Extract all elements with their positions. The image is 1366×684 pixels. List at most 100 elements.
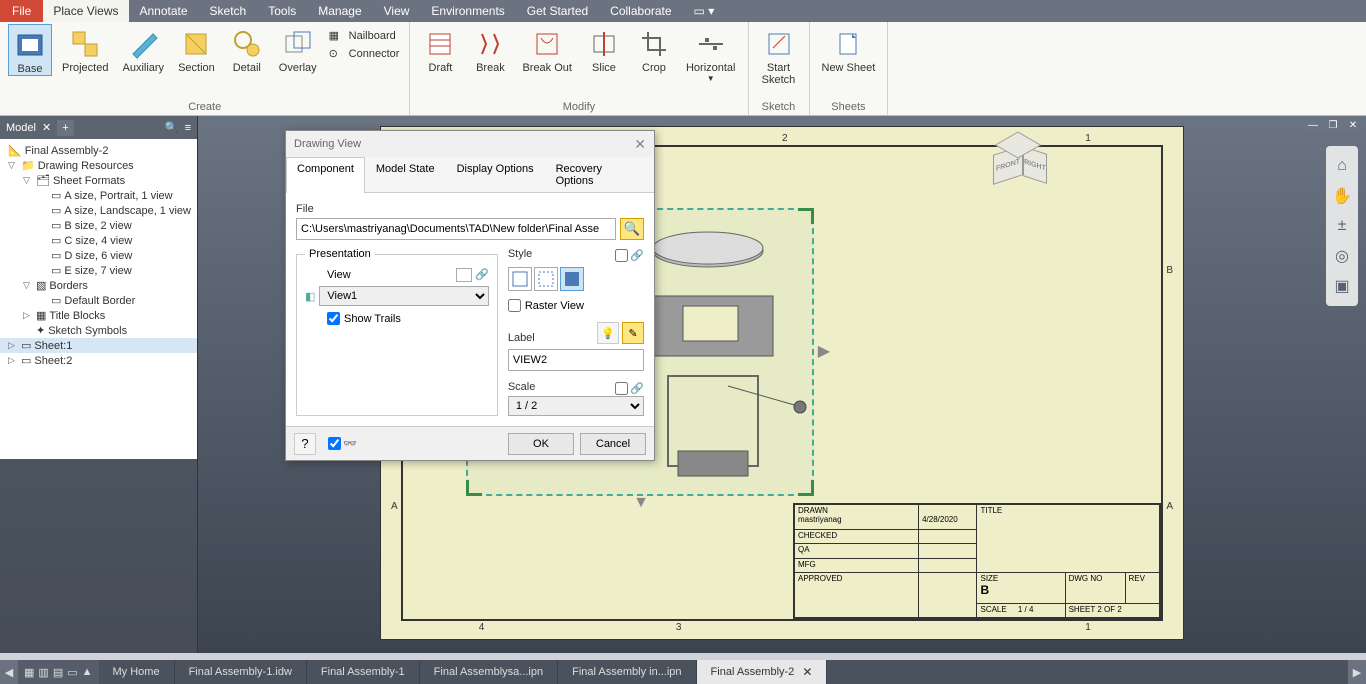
tree-sketch-symbols[interactable]: ✦Sketch Symbols <box>0 323 197 338</box>
layout-icon-1[interactable]: ▦ <box>24 666 34 679</box>
base-button[interactable]: Base <box>8 24 52 76</box>
help-button[interactable]: ? <box>294 433 316 455</box>
scale-link-icon[interactable]: 🔗 <box>630 382 644 395</box>
file-menu[interactable]: File <box>0 0 43 22</box>
tab-annotate[interactable]: Annotate <box>129 4 199 18</box>
preview-checkbox[interactable] <box>328 437 341 450</box>
zoom-icon[interactable]: ± <box>1328 212 1356 240</box>
cancel-button[interactable]: Cancel <box>580 433 646 455</box>
break-out-button[interactable]: Break Out <box>518 24 576 74</box>
tab-environments[interactable]: Environments <box>420 4 515 18</box>
style-shaded-button[interactable] <box>560 267 584 291</box>
tree-format-d[interactable]: ▭D size, 6 view <box>0 248 197 263</box>
layout-icon-3[interactable]: ▤ <box>53 666 63 679</box>
tree-format-b[interactable]: ▭B size, 2 view <box>0 218 197 233</box>
dialog-titlebar[interactable]: Drawing View ✕ <box>286 131 654 157</box>
view-select[interactable]: View1 <box>319 286 488 306</box>
auxiliary-button[interactable]: Auxiliary <box>118 24 168 74</box>
tab-model-state[interactable]: Model State <box>365 157 446 192</box>
doc-tab-4[interactable]: Final Assembly in...ipn <box>558 660 696 684</box>
crop-button[interactable]: Crop <box>632 24 676 74</box>
tree-sheet2[interactable]: ▷▭Sheet:2 <box>0 353 197 368</box>
tab-place-views[interactable]: Place Views <box>43 0 128 22</box>
tabs-scroll-left[interactable]: ◀ <box>0 660 18 684</box>
window-close[interactable]: ✕ <box>1344 118 1362 132</box>
section-button[interactable]: Section <box>174 24 219 74</box>
tab-view[interactable]: View <box>373 4 421 18</box>
scale-label: Scale <box>508 381 536 393</box>
doc-tab-5-active[interactable]: Final Assembly-2✕ <box>697 660 828 684</box>
view-link-icon[interactable]: 🔗 <box>475 268 489 282</box>
window-minimize[interactable]: — <box>1304 118 1322 132</box>
horizontal-scrollbar[interactable] <box>0 653 1366 660</box>
doc-tab-3[interactable]: Final Assemblysa...ipn <box>420 660 558 684</box>
orbit-icon[interactable]: ◎ <box>1328 242 1356 270</box>
scale-inherit-checkbox[interactable] <box>615 382 628 395</box>
layout-icon-2[interactable]: ▥ <box>38 666 48 679</box>
style-inherit-checkbox[interactable] <box>615 249 628 262</box>
appearance-dropdown[interactable]: ▭ ▾ <box>683 4 726 18</box>
slice-button[interactable]: Slice <box>582 24 626 74</box>
close-tab-icon[interactable]: ✕ <box>802 665 812 679</box>
nailboard-button[interactable]: ▦Nailboard <box>327 28 402 44</box>
folder-icon: ▧ <box>36 279 46 292</box>
home-view-icon[interactable]: ⌂ <box>1328 152 1356 180</box>
style-hidden-removed-button[interactable] <box>534 267 558 291</box>
window-restore[interactable]: ❐ <box>1324 118 1342 132</box>
tree-borders[interactable]: ▽▧Borders <box>0 278 197 293</box>
tree-format-a-landscape[interactable]: ▭A size, Landscape, 1 view <box>0 203 197 218</box>
style-link-icon[interactable]: 🔗 <box>630 249 644 262</box>
browse-file-button[interactable]: 🔍 <box>620 218 644 240</box>
tree-format-c[interactable]: ▭C size, 4 view <box>0 233 197 248</box>
overlay-button[interactable]: Overlay <box>275 24 321 74</box>
tab-sketch[interactable]: Sketch <box>199 4 258 18</box>
tree-root[interactable]: 📐Final Assembly-2 <box>0 143 197 158</box>
tab-tools[interactable]: Tools <box>257 4 307 18</box>
tab-component[interactable]: Component <box>286 157 365 193</box>
add-tab-icon[interactable]: + <box>57 120 73 136</box>
search-icon[interactable]: 🔍 <box>165 121 179 134</box>
doc-tab-1[interactable]: Final Assembly-1.idw <box>175 660 307 684</box>
tree-format-e[interactable]: ▭E size, 7 view <box>0 263 197 278</box>
view-cube[interactable]: FRONT RIGHT <box>991 136 1046 191</box>
doc-tab-2[interactable]: Final Assembly-1 <box>307 660 420 684</box>
tree-drawing-resources[interactable]: ▽📁Drawing Resources <box>0 158 197 173</box>
tree-format-a-portrait[interactable]: ▭A size, Portrait, 1 view <box>0 188 197 203</box>
close-browser-icon[interactable]: ✕ <box>42 121 51 134</box>
view-rep-icon[interactable] <box>456 268 472 282</box>
connector-button[interactable]: ⊙Connector <box>327 46 402 62</box>
tab-manage[interactable]: Manage <box>307 4 372 18</box>
tab-get-started[interactable]: Get Started <box>516 4 599 18</box>
new-sheet-button[interactable]: New Sheet <box>818 24 880 74</box>
view-label-input[interactable] <box>508 349 644 371</box>
doc-tab-home[interactable]: My Home <box>99 660 175 684</box>
tab-collaborate[interactable]: Collaborate <box>599 4 682 18</box>
show-trails-checkbox[interactable] <box>327 312 340 325</box>
layout-icon-5[interactable]: ▲ <box>82 666 93 678</box>
file-path-input[interactable] <box>296 218 616 240</box>
label-edit-button[interactable]: ✎ <box>622 322 644 344</box>
raster-view-checkbox[interactable] <box>508 299 521 312</box>
tab-recovery-options[interactable]: Recovery Options <box>545 157 654 192</box>
dialog-close-button[interactable]: ✕ <box>634 136 646 153</box>
pan-icon[interactable]: ✋ <box>1328 182 1356 210</box>
tree-sheet-formats[interactable]: ▽🗂Sheet Formats <box>0 173 197 188</box>
projected-button[interactable]: Projected <box>58 24 112 74</box>
start-sketch-button[interactable]: Start Sketch <box>757 24 801 86</box>
look-at-icon[interactable]: ▣ <box>1328 272 1356 300</box>
break-button[interactable]: Break <box>468 24 512 74</box>
tree-title-blocks[interactable]: ▷▦Title Blocks <box>0 308 197 323</box>
tree-sheet1[interactable]: ▷▭Sheet:1 <box>0 338 197 353</box>
tabs-scroll-right[interactable]: ▶ <box>1348 660 1366 684</box>
horizontal-button[interactable]: Horizontal▼ <box>682 24 740 83</box>
menu-icon[interactable]: ≡ <box>185 122 191 134</box>
tab-display-options[interactable]: Display Options <box>446 157 545 192</box>
draft-button[interactable]: Draft <box>418 24 462 74</box>
scale-select[interactable]: 1 / 2 <box>508 396 644 416</box>
label-visibility-button[interactable]: 💡 <box>597 322 619 344</box>
ok-button[interactable]: OK <box>508 433 574 455</box>
style-hidden-line-button[interactable] <box>508 267 532 291</box>
layout-icon-4[interactable]: ▭ <box>67 666 77 679</box>
tree-default-border[interactable]: ▭Default Border <box>0 293 197 308</box>
detail-button[interactable]: Detail <box>225 24 269 74</box>
